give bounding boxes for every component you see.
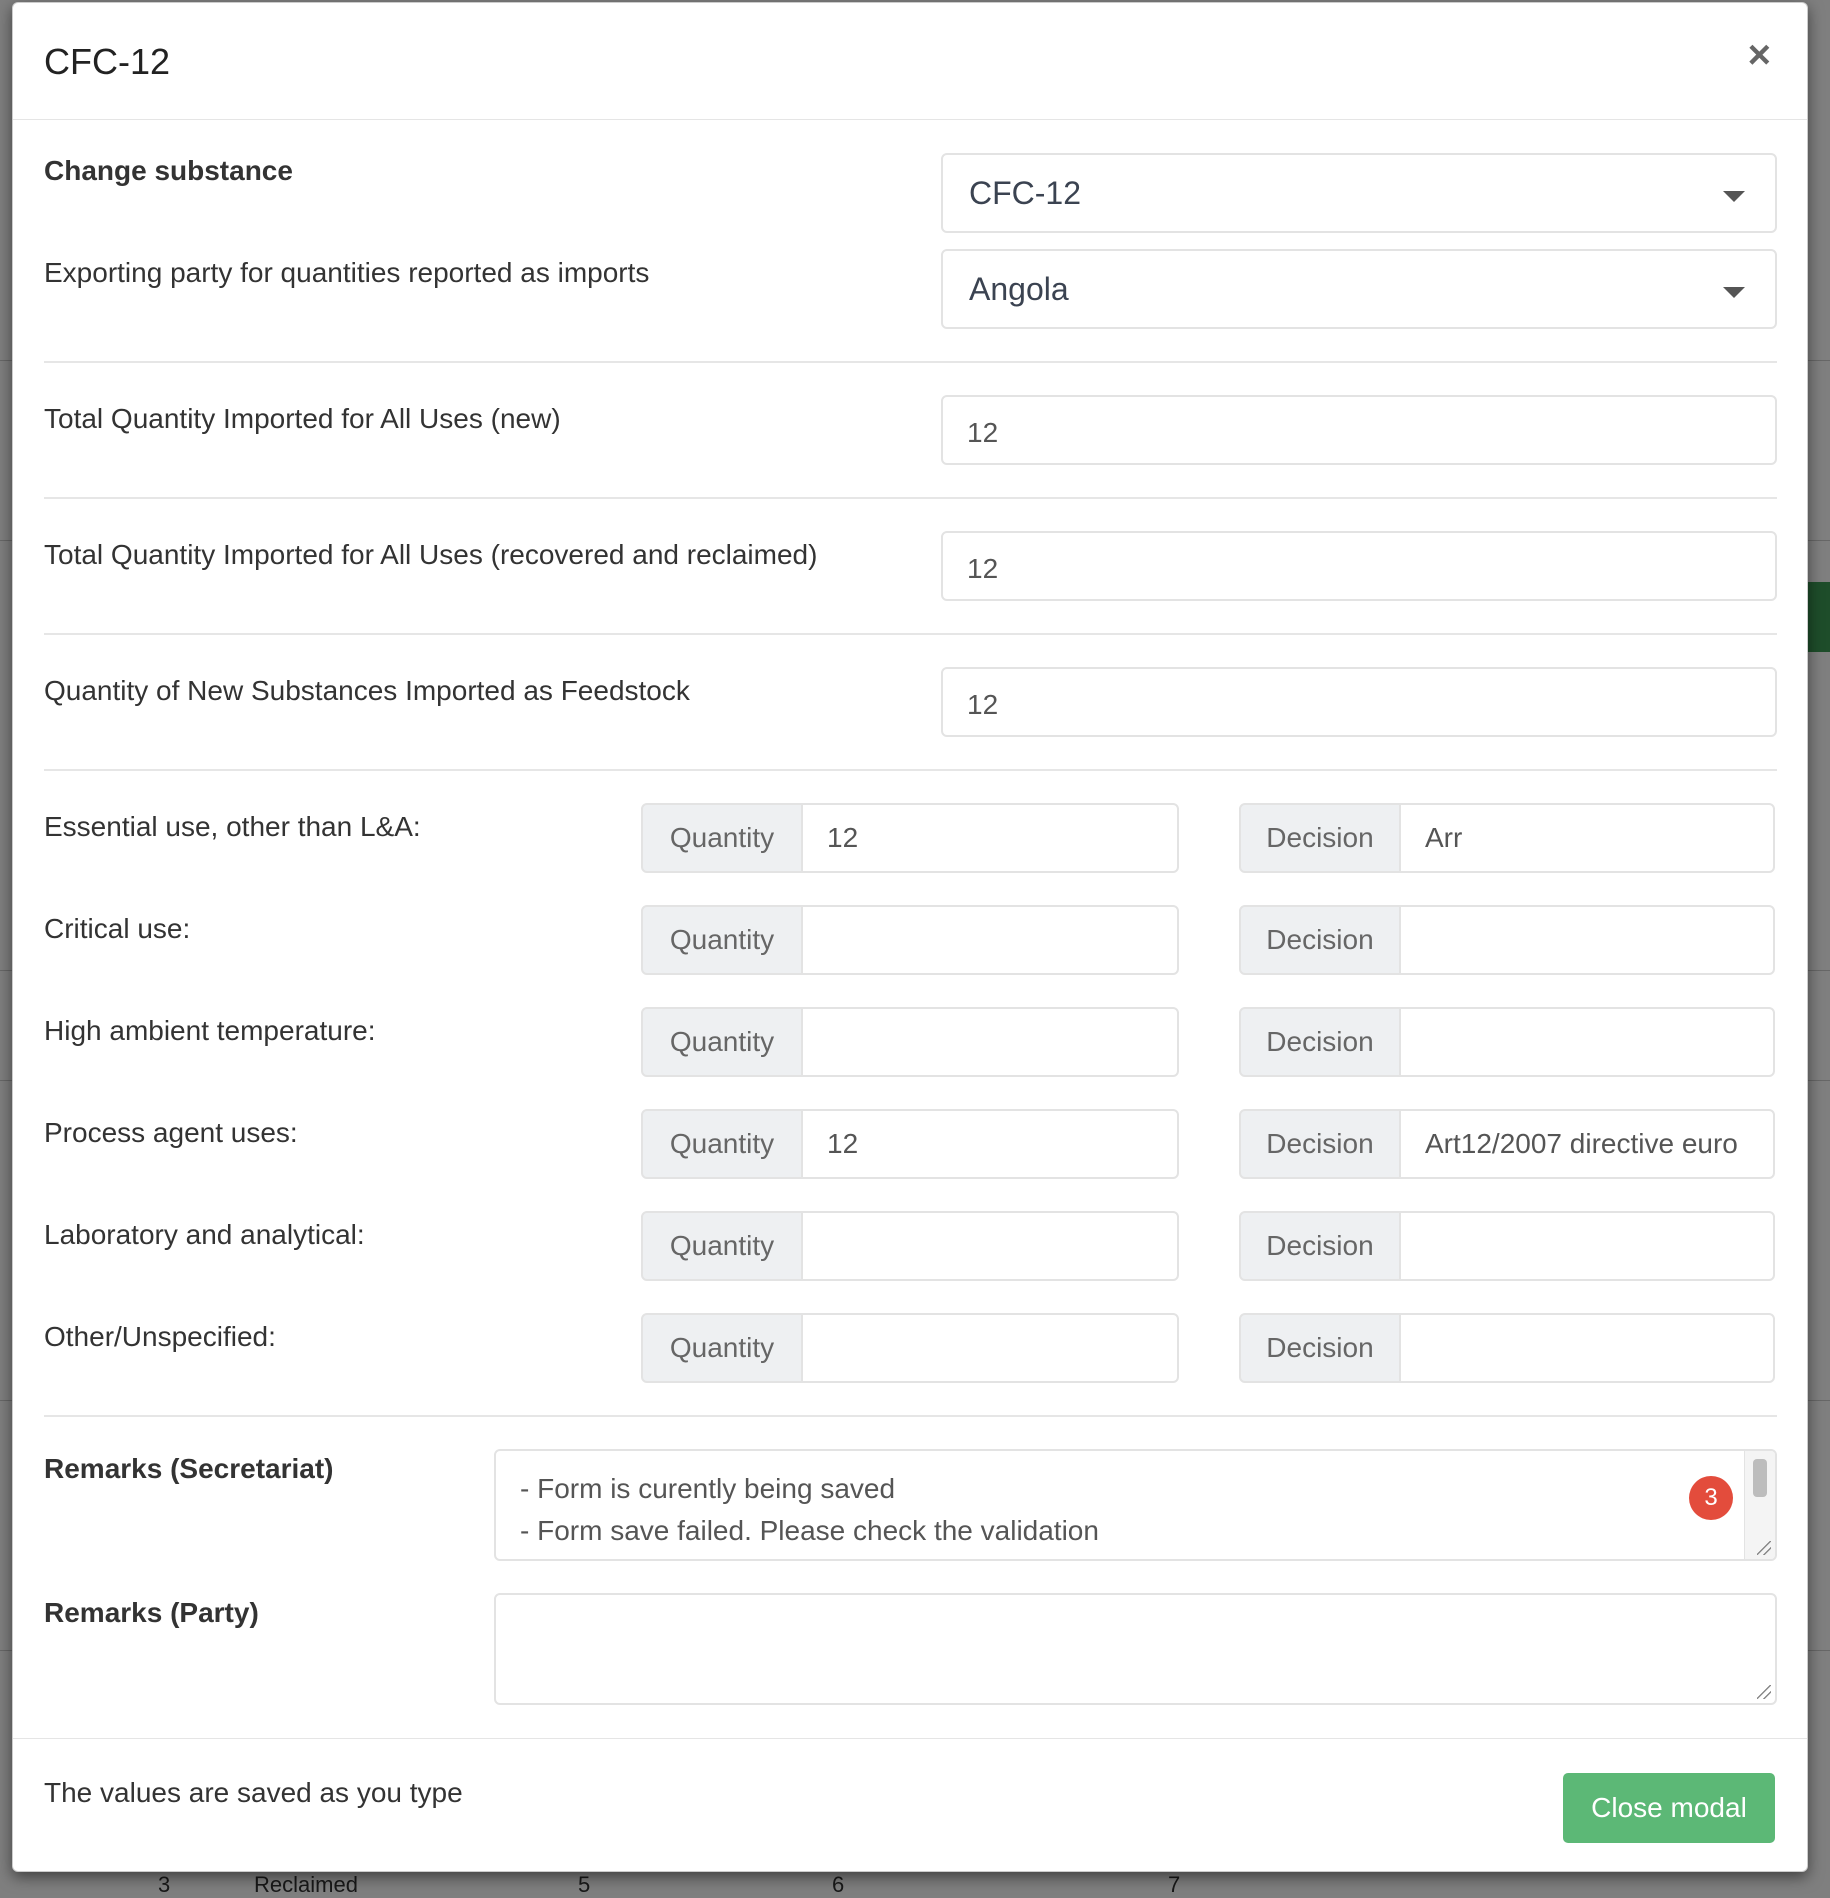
decision-addon: Decision: [1239, 1109, 1401, 1179]
process-agent-quantity: Quantity 12: [641, 1109, 1179, 1179]
quantity-input[interactable]: 12: [801, 803, 1179, 873]
change-substance-label: Change substance: [44, 155, 293, 186]
remarks-party-label: Remarks (Party): [44, 1597, 259, 1628]
quantity-addon: Quantity: [641, 905, 803, 975]
quantity-addon: Quantity: [641, 1211, 803, 1281]
resize-handle-icon[interactable]: [1757, 1685, 1771, 1699]
remarks-line: - Form is curently being saved: [520, 1473, 896, 1504]
modal-footer: The values are saved as you type Close m…: [13, 1738, 1807, 1873]
remarks-secretariat-textarea[interactable]: - Form is curently being saved - Form sa…: [494, 1449, 1777, 1561]
process-agent-label: Process agent uses:: [44, 1117, 298, 1148]
high-ambient-decision: Decision: [1239, 1007, 1775, 1077]
critical-use-label: Critical use:: [44, 913, 191, 944]
scrollbar-thumb[interactable]: [1753, 1459, 1767, 1497]
substance-modal: CFC-12 × Change substance CFC-12 Exporti…: [12, 2, 1808, 1872]
decision-addon: Decision: [1239, 1007, 1401, 1077]
close-modal-button[interactable]: Close modal: [1563, 1773, 1775, 1843]
essential-use-quantity: Quantity 12: [641, 803, 1179, 873]
other-unspecified-decision: Decision: [1239, 1313, 1775, 1383]
quantity-input[interactable]: [801, 905, 1179, 975]
resize-handle-icon[interactable]: [1757, 1541, 1771, 1555]
other-unspecified-quantity: Quantity: [641, 1313, 1179, 1383]
divider: [44, 1415, 1777, 1417]
laboratory-decision: Decision: [1239, 1211, 1775, 1281]
quantity-input[interactable]: [801, 1007, 1179, 1077]
remarks-party-textarea[interactable]: [494, 1593, 1777, 1705]
total-recovered-value: 12: [967, 553, 999, 584]
decision-addon: Decision: [1239, 803, 1401, 873]
decision-input[interactable]: [1399, 905, 1775, 975]
total-recovered-input[interactable]: 12: [941, 531, 1777, 601]
total-new-input[interactable]: 12: [941, 395, 1777, 465]
modal-title: CFC-12: [44, 41, 171, 82]
decision-input[interactable]: [1399, 1313, 1775, 1383]
quantity-addon: Quantity: [641, 1313, 803, 1383]
modal-header: CFC-12 ×: [13, 3, 1807, 120]
quantity-input[interactable]: [801, 1313, 1179, 1383]
exporting-party-value: Angola: [969, 271, 1069, 307]
remarks-count-badge: 3: [1689, 1476, 1733, 1520]
remarks-line: - Form save failed. Please check the val…: [520, 1515, 1099, 1546]
decision-addon: Decision: [1239, 1313, 1401, 1383]
decision-input[interactable]: [1399, 1211, 1775, 1281]
total-recovered-label: Total Quantity Imported for All Uses (re…: [44, 539, 818, 570]
total-new-label: Total Quantity Imported for All Uses (ne…: [44, 403, 561, 434]
divider: [44, 361, 1777, 363]
essential-use-label: Essential use, other than L&A:: [44, 811, 421, 842]
decision-input[interactable]: Arr: [1399, 803, 1775, 873]
quantity-addon: Quantity: [641, 803, 803, 873]
other-unspecified-label: Other/Unspecified:: [44, 1321, 276, 1352]
quantity-input[interactable]: [801, 1211, 1179, 1281]
decision-addon: Decision: [1239, 1211, 1401, 1281]
feedstock-input[interactable]: 12: [941, 667, 1777, 737]
decision-addon: Decision: [1239, 905, 1401, 975]
decision-input[interactable]: [1399, 1007, 1775, 1077]
divider: [44, 497, 1777, 499]
decision-input[interactable]: Art12/2007 directive euro: [1399, 1109, 1775, 1179]
chevron-down-icon: [1723, 191, 1745, 202]
exporting-party-label: Exporting party for quantities reported …: [44, 257, 650, 288]
close-icon[interactable]: ×: [1748, 35, 1771, 75]
quantity-addon: Quantity: [641, 1109, 803, 1179]
critical-use-quantity: Quantity: [641, 905, 1179, 975]
exporting-party-select[interactable]: Angola: [941, 249, 1777, 329]
substance-select[interactable]: CFC-12: [941, 153, 1777, 233]
laboratory-quantity: Quantity: [641, 1211, 1179, 1281]
feedstock-label: Quantity of New Substances Imported as F…: [44, 675, 690, 706]
critical-use-decision: Decision: [1239, 905, 1775, 975]
laboratory-label: Laboratory and analytical:: [44, 1219, 365, 1250]
quantity-addon: Quantity: [641, 1007, 803, 1077]
total-new-value: 12: [967, 417, 999, 448]
chevron-down-icon: [1723, 287, 1745, 298]
process-agent-decision: Decision Art12/2007 directive euro: [1239, 1109, 1775, 1179]
autosave-note: The values are saved as you type: [44, 1777, 463, 1808]
high-ambient-label: High ambient temperature:: [44, 1015, 376, 1046]
quantity-input[interactable]: 12: [801, 1109, 1179, 1179]
remarks-secretariat-label: Remarks (Secretariat): [44, 1453, 334, 1484]
divider: [44, 633, 1777, 635]
essential-use-decision: Decision Arr: [1239, 803, 1775, 873]
divider: [44, 769, 1777, 771]
feedstock-value: 12: [967, 689, 999, 720]
high-ambient-quantity: Quantity: [641, 1007, 1179, 1077]
substance-select-value: CFC-12: [969, 175, 1082, 211]
